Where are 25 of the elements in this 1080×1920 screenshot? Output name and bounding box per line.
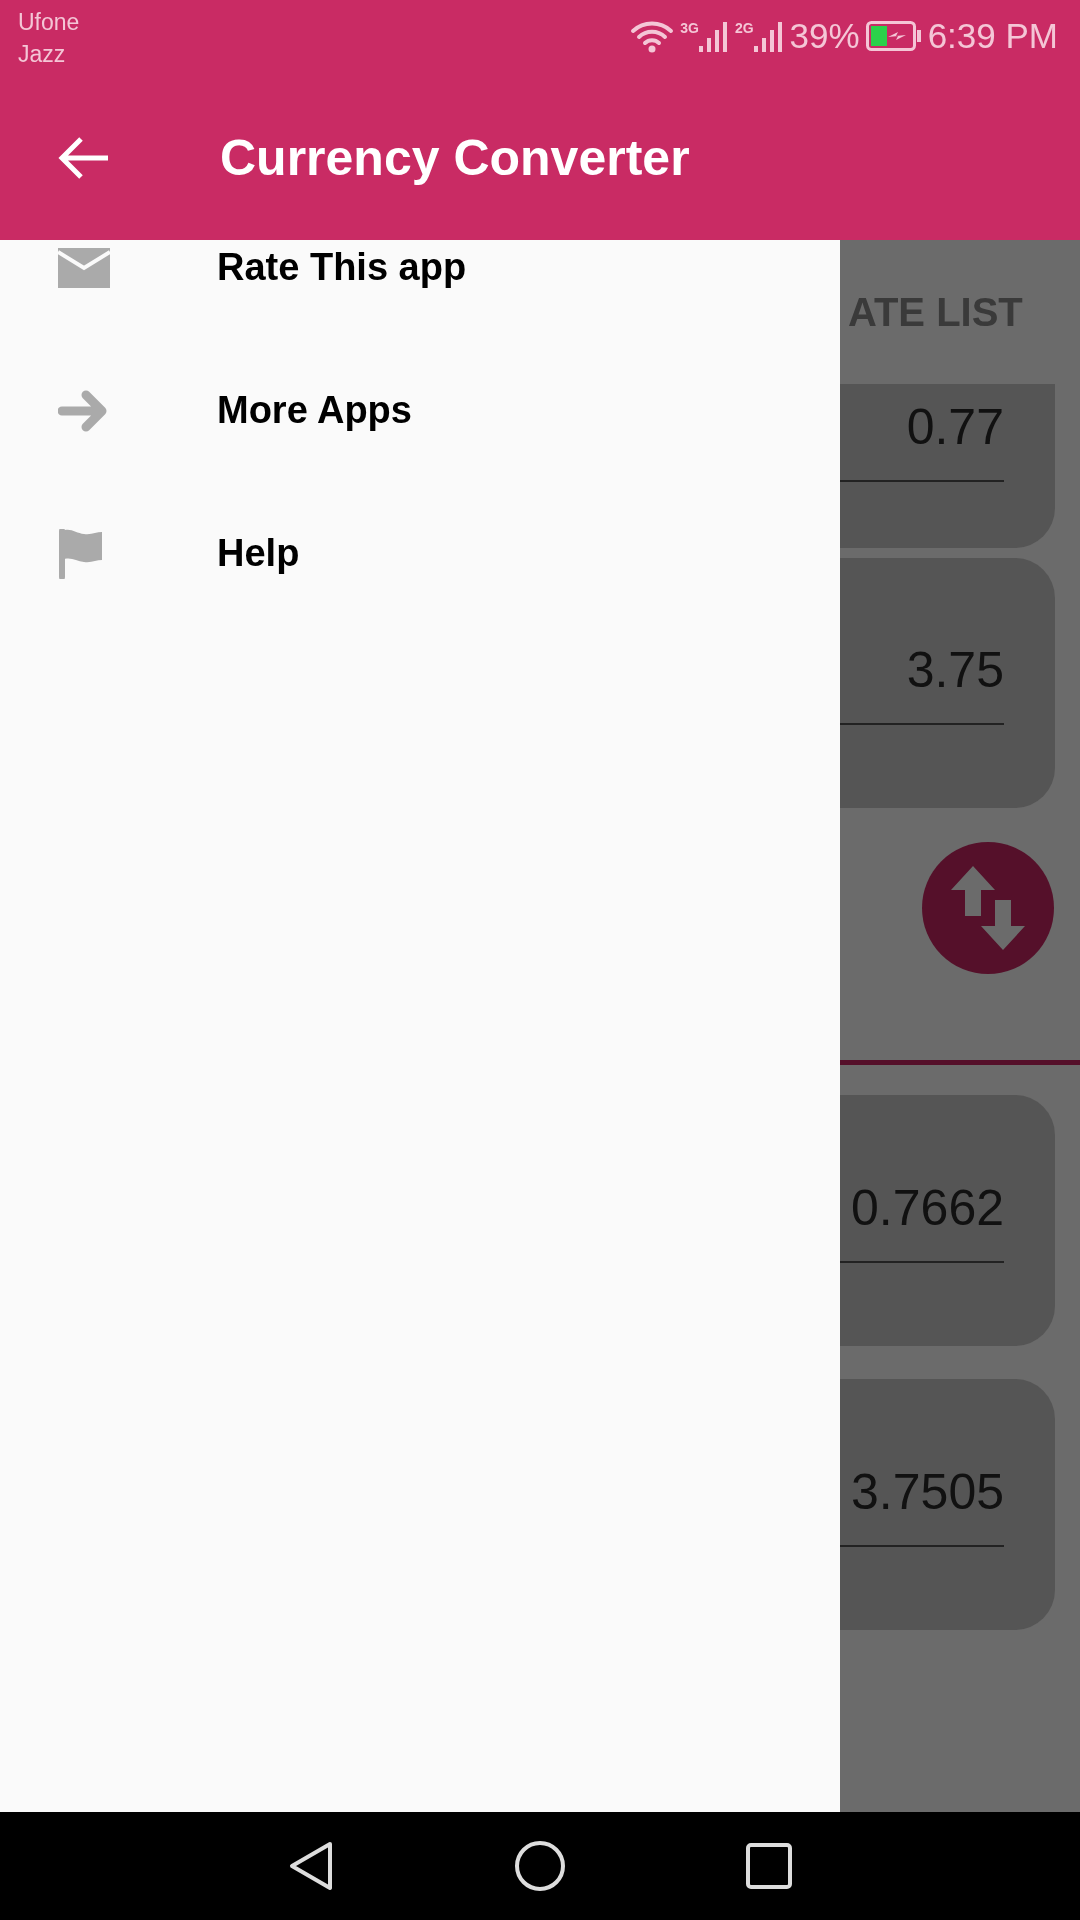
drawer-item[interactable]: Help — [217, 532, 300, 575]
mail-icon — [58, 247, 110, 288]
swap-icon — [951, 866, 1025, 950]
drawer-item[interactable]: More Apps — [217, 389, 412, 432]
flag-icon — [58, 528, 104, 579]
carrier-name: Ufone — [18, 8, 80, 37]
signal-icon — [698, 20, 729, 52]
carrier-name: Jazz — [18, 40, 67, 69]
network-type: 2G — [734, 20, 754, 36]
drawer-item[interactable]: Rate This app — [217, 246, 467, 289]
home-button[interactable] — [514, 1840, 566, 1892]
back-button[interactable] — [288, 1841, 334, 1891]
battery-icon — [865, 21, 922, 51]
input-field[interactable]: 3.7505 — [840, 1379, 1055, 1630]
back-arrow-icon[interactable] — [58, 135, 110, 180]
app-title: Currency Converter — [220, 128, 690, 187]
input-field[interactable]: 0.77 — [840, 384, 1055, 548]
input-field[interactable]: 3.75 — [840, 558, 1055, 808]
network-type: 3G — [680, 20, 699, 36]
wifi-icon — [630, 19, 675, 53]
clock: 6:39 PM — [927, 16, 1058, 56]
input-field[interactable]: 0.7662 — [840, 1095, 1055, 1346]
battery-percent: 39% — [789, 16, 860, 56]
signal-icon — [753, 20, 784, 52]
recents-button[interactable] — [746, 1843, 792, 1889]
